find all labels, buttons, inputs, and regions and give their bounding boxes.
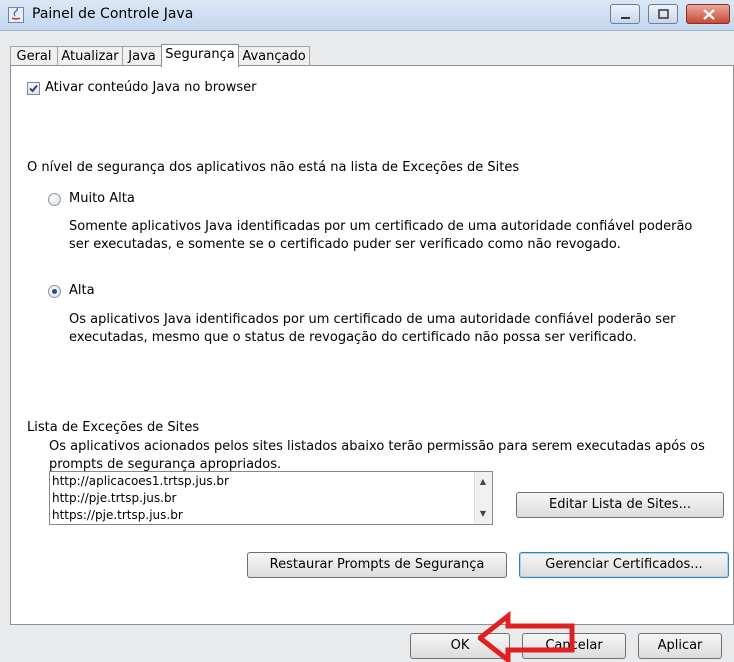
radio-selected-dot [52,289,57,294]
red-arrow-annotation-icon [478,610,575,662]
enable-java-label[interactable]: Ativar conteúdo Java no browser [45,80,256,95]
list-scrollbar[interactable]: ▲ ▼ [474,472,492,524]
tab-java[interactable]: Java [122,46,162,66]
scroll-up-icon[interactable]: ▲ [479,478,487,486]
maximize-button[interactable] [648,4,678,24]
checkmark-icon [29,84,38,93]
java-control-panel-window: Painel de Controle Java Geral Atualizar … [0,0,734,662]
window-title: Painel de Controle Java [32,6,194,22]
list-item[interactable]: http://aplicacoes1.trtsp.jus.br [52,473,229,489]
enable-java-checkbox[interactable] [27,82,40,95]
scroll-down-icon[interactable]: ▼ [479,510,487,518]
list-item[interactable]: https://pje.trtsp.jus.br [52,507,183,523]
restore-prompts-button[interactable]: Restaurar Prompts de Segurança [247,552,507,578]
muito-alta-description: Somente aplicativos Java identificadas p… [69,218,692,254]
apply-button[interactable]: Aplicar [638,633,722,659]
radio-muito-alta-label[interactable]: Muito Alta [69,191,135,206]
tab-geral[interactable]: Geral [10,46,58,66]
close-icon [703,9,715,20]
exceptions-description: Os aplicativos acionados pelos sites lis… [49,438,705,474]
minimize-button[interactable] [610,4,640,24]
security-level-heading: O nível de segurança dos aplicativos não… [27,160,520,175]
muito-alta-description-line2: ser executadas, e somente se o certifica… [69,237,621,252]
alta-description-line2: executadas, mesmo que o status de revoga… [69,330,637,345]
minimize-icon [621,17,630,19]
exceptions-heading: Lista de Exceções de Sites [27,420,200,435]
security-panel: Ativar conteúdo Java no browser O nível … [10,65,734,625]
dialog-button-bar: OK Cancelar Aplicar [10,625,734,662]
tab-avancado[interactable]: Avançado [238,46,310,66]
manage-certificates-button[interactable]: Gerenciar Certificados... [519,552,729,578]
radio-muito-alta[interactable] [48,193,61,206]
edit-site-list-button[interactable]: Editar Lista de Sites... [516,492,724,518]
maximize-icon [658,9,669,19]
exceptions-description-line1: Os aplicativos acionados pelos sites lis… [49,439,705,454]
muito-alta-description-line1: Somente aplicativos Java identificadas p… [69,219,693,234]
tab-atualizar[interactable]: Atualizar [57,46,123,66]
exception-sites-list[interactable]: http://aplicacoes1.trtsp.jus.br http://p… [49,471,493,525]
radio-alta[interactable] [48,285,61,298]
java-app-icon [8,7,24,23]
alta-description-line1: Os aplicativos Java identificados por um… [69,312,676,327]
title-bar[interactable]: Painel de Controle Java [0,0,734,31]
close-window-button[interactable] [686,4,730,24]
list-item[interactable]: http://pje.trtsp.jus.br [52,490,177,506]
alta-description: Os aplicativos Java identificados por um… [69,311,675,347]
tab-seguranca[interactable]: Segurança [161,44,239,67]
radio-alta-label[interactable]: Alta [69,283,95,298]
